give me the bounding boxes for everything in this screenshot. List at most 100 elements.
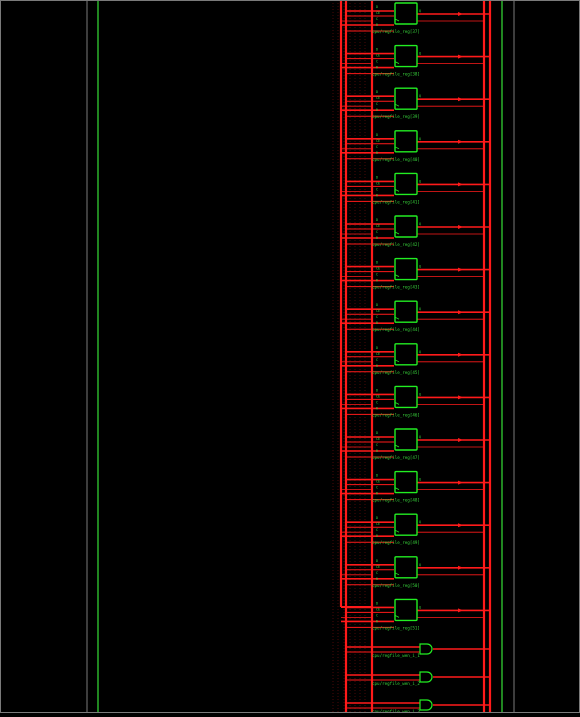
pin-label: CE [376, 437, 380, 441]
pin-label: C [376, 315, 378, 319]
pin-label: CE [376, 522, 380, 526]
pin-label: CE [376, 54, 380, 58]
pin-label: CE [376, 96, 380, 100]
register-label: cpu/regfile_reg[44] [372, 327, 420, 332]
register-label: cpu/regfile_reg[48] [372, 498, 420, 503]
register-cell[interactable]: DCECRQcpu/regfile_reg[50] [341, 556, 490, 588]
pin-label: C [376, 358, 378, 362]
schematic-view[interactable]: DCECRQcpu/regfile_reg[37]DCECRQcpu/regfi… [0, 0, 580, 714]
and-gate-icon[interactable] [419, 671, 433, 683]
register-label: cpu/regfile_reg[46] [372, 412, 420, 417]
pin-label: CE [376, 352, 380, 356]
register-cell[interactable]: DCECRQcpu/regfile_reg[38] [341, 44, 490, 77]
register-cell[interactable]: DCECRQcpu/regfile_reg[45] [341, 343, 490, 375]
pin-label: C [376, 273, 378, 277]
output-arrow [458, 267, 463, 272]
output-arrow [458, 54, 463, 59]
pin-label: D [376, 133, 378, 137]
pin-label: D [376, 5, 378, 9]
register-cell[interactable]: DCECRQcpu/regfile_reg[46] [341, 385, 490, 417]
output-arrow [458, 139, 463, 144]
pin-label: C [376, 613, 378, 617]
output-arrow [458, 395, 463, 400]
pin-label: C [376, 443, 378, 447]
register-label: cpu/regfile_reg[50] [372, 583, 420, 588]
pin-label: Q [419, 392, 421, 396]
pin-label: D [376, 90, 378, 94]
register-cell[interactable]: DCECRQcpu/regfile_reg[44] [341, 300, 490, 332]
pin-label: Q [419, 478, 421, 482]
logic-gate[interactable]: cpu/regfile_wen_i_3 [346, 699, 490, 714]
pin-label: D [376, 431, 378, 435]
pin-label: C [376, 102, 378, 106]
register-label: cpu/regfile_reg[42] [372, 242, 420, 247]
register-label: cpu/regfile_reg[39] [372, 114, 420, 119]
pin-label: D [376, 388, 378, 392]
pin-label: D [376, 303, 378, 307]
register-cell[interactable]: DCECRQcpu/regfile_reg[41] [341, 172, 490, 204]
register-cell[interactable]: DCECRQcpu/regfile_reg[37] [341, 2, 490, 34]
output-arrow [458, 97, 463, 102]
register-label: cpu/regfile_reg[49] [372, 540, 420, 545]
pin-label: CE [376, 480, 380, 484]
register-label: cpu/regfile_reg[43] [372, 285, 420, 290]
output-arrow [458, 12, 463, 16]
pin-label: Q [419, 520, 421, 524]
register-label: cpu/regfile_reg[37] [372, 29, 420, 34]
register-cell[interactable]: DCECRQcpu/regfile_reg[39] [341, 87, 490, 119]
register-cell[interactable]: DCECRQcpu/regfile_reg[48] [341, 470, 490, 503]
pin-label: CE [376, 394, 380, 398]
output-arrow [458, 608, 463, 613]
pin-label: Q [419, 94, 421, 98]
pin-label: Q [419, 350, 421, 354]
pin-label: Q [419, 265, 421, 269]
pin-label: C [376, 187, 378, 191]
logic-gate[interactable]: cpu/regfile_wen_i_1 [346, 643, 490, 658]
pin-label: Q [419, 605, 421, 609]
pin-label: Q [419, 137, 421, 141]
logic-gate[interactable]: cpu/regfile_wen_i_2 [346, 671, 490, 686]
pin-label: C [376, 17, 378, 21]
register-cell[interactable]: DCECRQcpu/regfile_reg[47] [341, 428, 490, 460]
pin-label: D [376, 601, 378, 605]
register-label: cpu/regfile_reg[45] [372, 370, 420, 375]
pin-label: CE [376, 139, 380, 143]
gate-label: cpu/regfile_wen_i_1 [372, 653, 420, 658]
pin-label: CE [376, 181, 380, 185]
pin-label: Q [419, 52, 421, 56]
register-label: cpu/regfile_reg[40] [372, 157, 420, 162]
register-cell[interactable]: DCECRQcpu/regfile_reg[42] [341, 215, 490, 247]
register-cell[interactable]: DCECRQcpu/regfile_reg[51] [341, 598, 490, 630]
output-arrow [458, 310, 463, 315]
output-arrow [458, 523, 463, 528]
and-gate-icon[interactable] [419, 643, 433, 655]
register-label: cpu/regfile_reg[47] [372, 455, 420, 460]
register-cell[interactable]: DCECRQcpu/regfile_reg[43] [341, 257, 490, 290]
register-cell[interactable]: DCECRQcpu/regfile_reg[40] [341, 130, 490, 162]
pin-label: CE [376, 565, 380, 569]
pin-label: D [376, 218, 378, 222]
pin-label: D [376, 559, 378, 563]
pin-label: C [376, 528, 378, 532]
pin-label: D [376, 175, 378, 179]
schematic-canvas[interactable]: D CE C R Qcpu/regfile_reg[37] D CE C R Qcpu/regfi… [0, 0, 580, 714]
output-arrow [458, 352, 463, 357]
register-cell[interactable]: DCECRQcpu/regfile_reg[49] [341, 513, 490, 545]
output-arrow [458, 438, 463, 442]
pin-label: CE [376, 224, 380, 228]
gate-label: cpu/regfile_wen_i_3 [372, 709, 420, 713]
output-arrow [458, 225, 463, 229]
pin-label: Q [419, 435, 421, 439]
pin-label: Q [419, 222, 421, 226]
pin-label: D [376, 516, 378, 520]
pin-label: D [376, 474, 378, 478]
pin-label: C [376, 145, 378, 149]
pin-label: CE [376, 309, 380, 313]
pin-label: C [376, 230, 378, 234]
and-gate-icon[interactable] [419, 699, 433, 711]
pin-label: Q [419, 563, 421, 567]
pin-label: D [376, 346, 378, 350]
pin-label: CE [376, 607, 380, 611]
pin-label: C [376, 60, 378, 64]
pin-label: CE [376, 11, 380, 15]
